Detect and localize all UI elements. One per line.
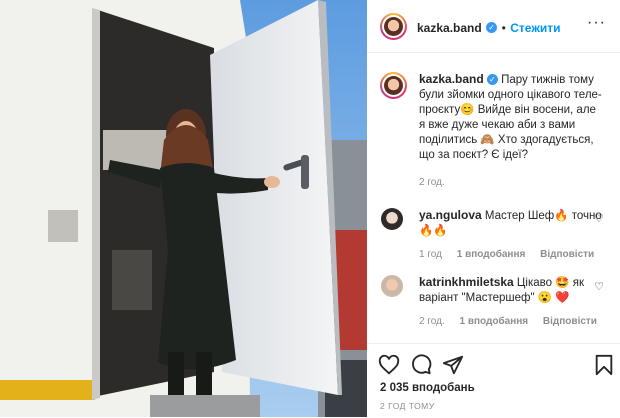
commenter-avatar[interactable] bbox=[381, 208, 403, 230]
comment-meta: 1 год 1 вподобання Відповісти bbox=[419, 247, 605, 262]
verified-icon: ✓ bbox=[486, 74, 498, 86]
post-photo[interactable] bbox=[0, 0, 367, 417]
caption-avatar[interactable] bbox=[380, 72, 407, 99]
comment-meta: 2 год. 1 вподобання Відповісти bbox=[419, 314, 605, 329]
separator-dot: • bbox=[501, 21, 506, 35]
comment-likes[interactable]: 1 вподобання bbox=[457, 249, 526, 260]
more-icon[interactable]: ··· bbox=[587, 15, 606, 31]
comment-time[interactable]: 1 год bbox=[419, 249, 442, 260]
comment-item: katrinkhmiletska Цікаво 🤩 як варіант "Ма… bbox=[419, 275, 605, 329]
caption-text: Пару тижнів тому були зйомки одного ціка… bbox=[419, 74, 602, 161]
heart-icon[interactable]: ♡ bbox=[594, 280, 604, 293]
heart-icon[interactable]: ♡ bbox=[594, 212, 604, 225]
author-avatar[interactable] bbox=[380, 13, 407, 40]
post-panel: kazka.band ✓ • Стежити ··· kazka.band ✓ … bbox=[367, 0, 620, 417]
reply-button[interactable]: Відповісти bbox=[540, 249, 594, 260]
comment-username[interactable]: ya.ngulova bbox=[419, 208, 482, 222]
comment-username[interactable]: katrinkhmiletska bbox=[419, 275, 514, 289]
comment-icon[interactable] bbox=[410, 354, 432, 376]
reply-button[interactable]: Відповісти bbox=[543, 316, 597, 327]
caption: kazka.band ✓ Пару тижнів тому були зйомк… bbox=[419, 72, 605, 190]
header-user-line: kazka.band ✓ • Стежити bbox=[417, 19, 560, 37]
heart-icon[interactable] bbox=[378, 354, 400, 376]
bookmark-icon[interactable] bbox=[593, 354, 615, 376]
comment-item: ya.ngulova Мастер Шеф🔥 точно🔥🔥 1 год 1 в… bbox=[419, 208, 605, 262]
comment-time[interactable]: 2 год. bbox=[419, 316, 445, 327]
author-username[interactable]: kazka.band bbox=[417, 21, 482, 35]
comment-likes[interactable]: 1 вподобання bbox=[460, 316, 529, 327]
follow-button[interactable]: Стежити bbox=[510, 21, 560, 35]
post-actions: 2 035 вподобань 2 ГОД ТОМУ bbox=[367, 343, 620, 418]
commenter-avatar[interactable] bbox=[381, 275, 403, 297]
posted-time[interactable]: 2 ГОД ТОМУ bbox=[380, 401, 435, 411]
post-header: kazka.band ✓ • Стежити ··· bbox=[367, 0, 620, 53]
caption-time[interactable]: 2 год. bbox=[419, 175, 605, 190]
caption-username[interactable]: kazka.band bbox=[419, 72, 484, 86]
share-icon[interactable] bbox=[442, 354, 464, 376]
photo-illustration bbox=[0, 0, 367, 417]
verified-icon: ✓ bbox=[486, 22, 498, 34]
likes-count[interactable]: 2 035 вподобань bbox=[380, 382, 475, 394]
